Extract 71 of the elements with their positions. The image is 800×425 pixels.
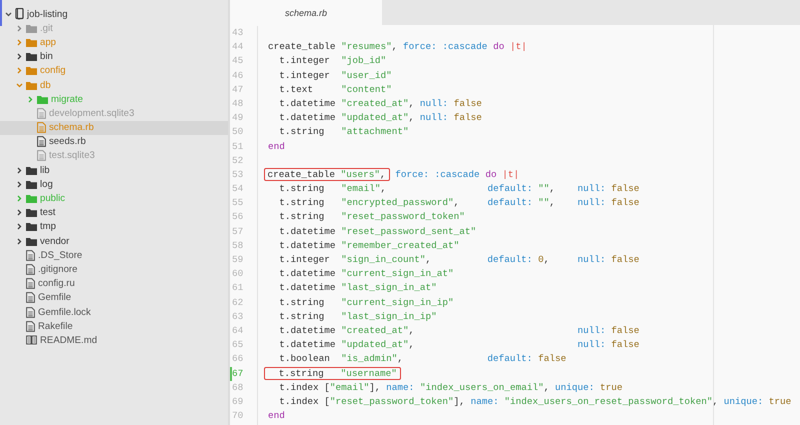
tree-item[interactable]: .gitignore (0, 262, 228, 277)
line-number: 59 (231, 253, 244, 267)
line-number: 52 (231, 154, 244, 168)
code-line: t.index ["reset_password_token"], name: "index_users_on_reset_password_token", unique: true (278, 396, 792, 407)
tree-item[interactable]: lib (0, 163, 228, 178)
file-tab[interactable]: schema.rb (230, 0, 382, 25)
line-number: 67 (230, 366, 257, 381)
line-number: 44 (231, 40, 244, 54)
tree-item[interactable]: Gemfile (0, 290, 228, 305)
highlighted-code: create_table "users", (264, 168, 390, 181)
line-number: 62 (231, 296, 244, 310)
line-number: 46 (231, 68, 244, 83)
code-line: t.string "email", default: "", null: false (278, 183, 640, 194)
code-line: t.string "current_sign_in_ip" (278, 296, 454, 308)
tree-item[interactable]: README.md (0, 333, 228, 348)
code-line: t.datetime "reset_password_sent_at" (278, 226, 476, 237)
line-number: 68 (231, 380, 244, 395)
tree-item[interactable]: vendor (0, 234, 228, 248)
code-line: t.text "content" (278, 84, 392, 95)
code-line: t.datetime "created_at", null: false (278, 98, 482, 109)
tree-item[interactable]: test (0, 206, 228, 220)
code-line: t.integer "job_id" (278, 55, 386, 66)
tree-item[interactable]: config.ru (0, 276, 228, 291)
code-line: t.datetime "last_sign_in_at" (278, 282, 437, 294)
line-number: 50 (231, 125, 244, 140)
line-number: 61 (231, 281, 244, 296)
line-number: 60 (231, 267, 244, 282)
line-number: 47 (231, 82, 244, 97)
line-number: 54 (231, 182, 244, 196)
tree-item[interactable]: tmp (0, 220, 228, 234)
code-line: t.string "last_sign_in_ip" (278, 310, 437, 322)
code-line: t.datetime "updated_at", null: false (278, 339, 640, 350)
code-line: t.string "reset_password_token" (278, 211, 465, 222)
line-number: 63 (231, 310, 244, 324)
code-line: t.index ["email"], name: "index_users_on_email", unique: true (278, 382, 623, 393)
line-number: 57 (231, 224, 244, 239)
code-line: t.integer "sign_in_count", default: 0, null: false (278, 254, 640, 265)
code-line: t.integer "user_id" (278, 70, 392, 81)
line-number: 49 (231, 111, 244, 126)
tree-item[interactable]: log (0, 177, 228, 192)
tree-item[interactable]: job-listing (0, 7, 228, 22)
line-number: 64 (231, 324, 244, 338)
code-line: force: :cascade do |t| (394, 168, 520, 180)
code-line: t.datetime "created_at", null: false (278, 324, 640, 336)
line-number: 69 (231, 394, 244, 409)
line-number: 45 (231, 54, 244, 68)
line-number: 65 (231, 338, 244, 352)
line-number: 55 (231, 196, 244, 210)
code-line: t.datetime "updated_at", null: false (278, 112, 482, 124)
line-number: 56 (231, 210, 244, 224)
code-line: t.string "encrypted_password", default: "", null: false (278, 197, 640, 208)
code-line: t.datetime "current_sign_in_at" (278, 268, 454, 280)
code-line: t.datetime "remember_created_at" (278, 240, 460, 251)
line-number: 66 (231, 352, 244, 366)
line-number: 70 (231, 409, 244, 424)
line-number: 48 (231, 96, 244, 111)
line-number: 43 (231, 26, 244, 40)
tree-item[interactable]: Rakefile (0, 319, 228, 334)
code-line: t.string "attachment" (278, 126, 409, 138)
highlighted-code: t.string "username" (264, 366, 401, 380)
tree-item[interactable]: bin (0, 50, 228, 64)
code-line: end (268, 410, 285, 422)
line-number: 53 (231, 168, 244, 182)
tree-item[interactable]: Gemfile.lock (0, 304, 228, 320)
code-line: end (268, 140, 285, 152)
tree-item[interactable]: seeds.rb (0, 134, 228, 149)
code-line: create_table "resumes", force: :cascade do |t| (268, 41, 527, 52)
code-line: t.boolean "is_admin", default: false (278, 353, 566, 364)
line-number: 58 (231, 238, 244, 253)
line-number: 51 (231, 140, 244, 154)
tree-item[interactable]: .DS_Store (0, 248, 228, 262)
